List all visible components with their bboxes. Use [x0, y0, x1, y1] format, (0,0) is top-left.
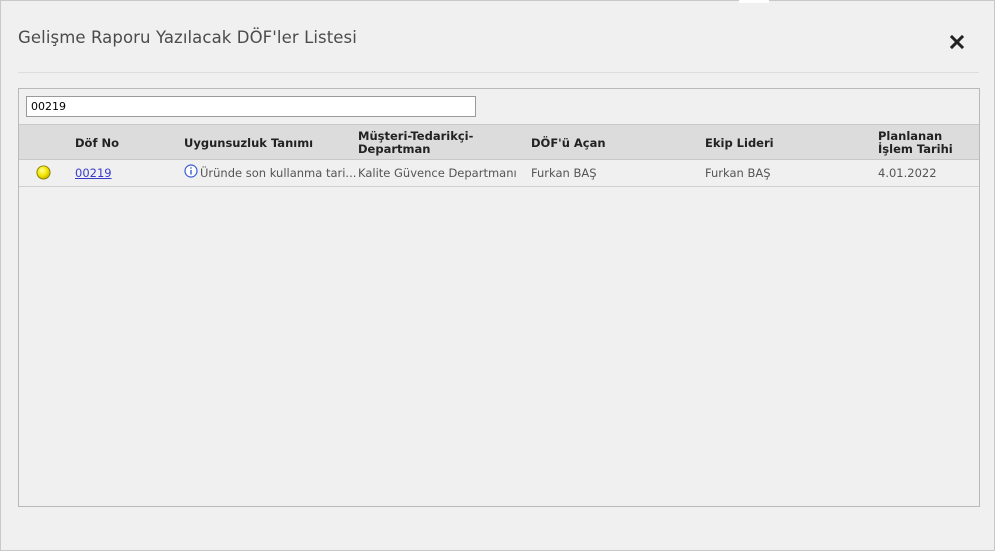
- header-divider: [18, 72, 979, 73]
- info-icon[interactable]: [184, 164, 198, 178]
- planned-date-text: 4.01.2022: [878, 166, 937, 180]
- column-header-nonconformity[interactable]: Uygunsuzluk Tanımı: [184, 137, 313, 150]
- dialog-title: Gelişme Raporu Yazılacak DÖF'ler Listesi: [18, 28, 357, 47]
- column-header-planned-date[interactable]: Planlanan İşlem Tarihi: [878, 130, 953, 156]
- table-row[interactable]: 00219 Üründe son kullanma tari... Kalite…: [19, 160, 979, 187]
- column-header-planned-date-line2: İşlem Tarihi: [878, 142, 953, 156]
- list-panel: Döf No Uygunsuzluk Tanımı Müşteri-Tedari…: [18, 88, 980, 507]
- column-header-opened-by[interactable]: DÖF'ü Açan: [531, 137, 606, 150]
- column-header-department[interactable]: Müşteri-Tedarikçi- Departman: [358, 130, 473, 156]
- team-leader-text: Furkan BAŞ: [705, 166, 771, 180]
- dialog: Gelişme Raporu Yazılacak DÖF'ler Listesi…: [0, 0, 995, 551]
- opened-by-text: Furkan BAŞ: [531, 166, 597, 180]
- dialog-top-notch: [739, 0, 769, 3]
- column-header-department-line2: Departman: [358, 142, 431, 156]
- column-header-dof-no[interactable]: Döf No: [75, 137, 119, 150]
- close-icon: [949, 34, 965, 50]
- department-text: Kalite Güvence Departmanı: [358, 166, 517, 180]
- table-header: Döf No Uygunsuzluk Tanımı Müşteri-Tedari…: [19, 124, 979, 160]
- column-header-team-leader[interactable]: Ekip Lideri: [705, 137, 774, 150]
- nonconformity-text: Üründe son kullanma tari...: [200, 166, 357, 180]
- dof-no-link[interactable]: 00219: [75, 167, 112, 180]
- yellow-status-dot-icon: [36, 165, 51, 180]
- close-button[interactable]: [947, 32, 967, 52]
- search-input[interactable]: [26, 96, 476, 117]
